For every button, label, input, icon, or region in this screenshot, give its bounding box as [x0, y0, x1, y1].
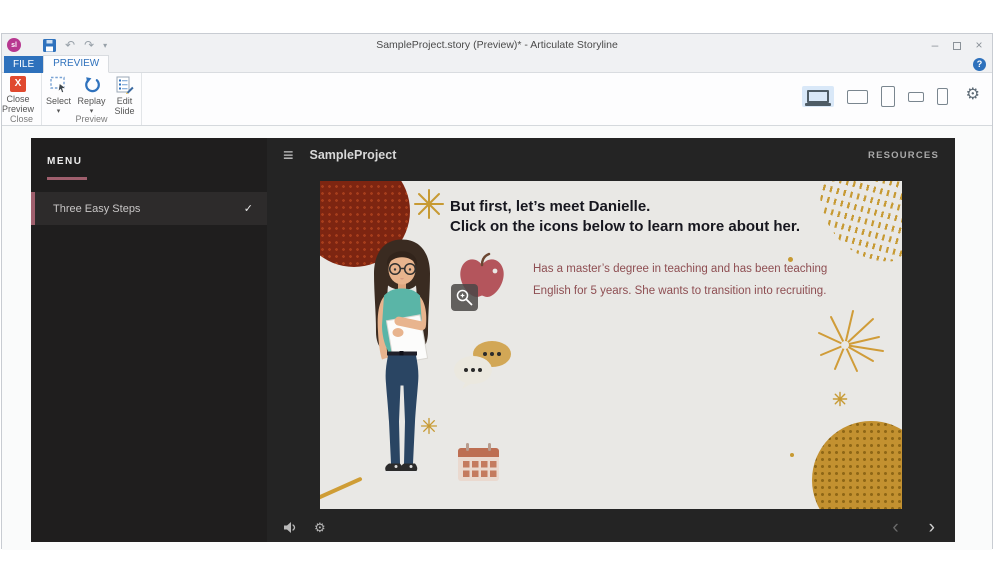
replay-icon: [84, 77, 100, 93]
zoom-picture-button[interactable]: [451, 284, 478, 311]
storyline-player: MENU Three Easy Steps ✓ ≡ SampleProject …: [31, 138, 955, 542]
player-header: ≡ SampleProject RESOURCES: [267, 138, 955, 172]
ribbon-group-preview: Select ▾ Replay ▾ Edit Slide Preview: [42, 73, 142, 125]
resources-link[interactable]: RESOURCES: [868, 150, 939, 161]
storyline-logo-icon: sl: [7, 38, 21, 52]
next-slide-button[interactable]: ›: [929, 518, 935, 537]
screen: sl ↶ ↷ ▾ SampleProject.story (Preview)* …: [0, 0, 999, 562]
close-preview-icon: X: [10, 76, 26, 92]
slide-body-text: Has a master’s degree in teaching and ha…: [533, 259, 827, 302]
player-sidebar: MENU Three Easy Steps ✓: [31, 138, 267, 542]
tab-file[interactable]: FILE: [4, 56, 44, 73]
device-phone-landscape-button[interactable]: [908, 91, 924, 102]
close-preview-button[interactable]: X Close Preview: [2, 76, 34, 114]
deco-sparkle-icon: [832, 391, 848, 407]
device-tablet-landscape-button[interactable]: [847, 89, 868, 104]
slide: But first, let’s meet Danielle. Click on…: [320, 181, 902, 509]
tablet-landscape-icon: [847, 89, 868, 104]
minimize-button[interactable]: –: [924, 34, 946, 56]
titlebar: sl ↶ ↷ ▾ SampleProject.story (Preview)* …: [2, 34, 992, 56]
select-icon: [49, 76, 66, 94]
window-controls: – ×: [924, 34, 990, 56]
slide-body-line1: Has a master’s degree in teaching and ha…: [533, 263, 828, 275]
deco-starburst-icon: [818, 310, 884, 372]
device-phone-portrait-button[interactable]: [937, 88, 948, 105]
edit-slide-button[interactable]: Edit Slide: [109, 76, 141, 116]
edit-slide-icon: [116, 76, 134, 94]
deco-gold-dash-patch: [819, 181, 902, 262]
preview-area: MENU Three Easy Steps ✓ ≡ SampleProject …: [2, 126, 992, 550]
quick-access-toolbar: ↶ ↷ ▾: [43, 38, 107, 52]
preview-settings-gear-icon[interactable]: ⚙: [966, 87, 980, 103]
device-tablet-portrait-button[interactable]: [881, 86, 895, 107]
deco-gold-dot: [790, 453, 794, 457]
tablet-portrait-icon: [881, 86, 895, 107]
project-title: SampleProject: [309, 148, 397, 162]
tab-preview[interactable]: PREVIEW: [43, 55, 110, 73]
player-footer: ⚙ ‹ ›: [267, 512, 955, 542]
check-icon: ✓: [243, 203, 253, 215]
slide-heading-line1: But first, let’s meet Danielle.: [450, 198, 651, 215]
select-label: Select: [45, 96, 71, 106]
slide-body-line2: English for 5 years. She wants to transi…: [533, 284, 827, 297]
edit-slide-label: Edit Slide: [114, 96, 135, 116]
save-icon[interactable]: [43, 38, 56, 52]
replay-label: Replay: [77, 96, 106, 106]
slide-heading: But first, let’s meet Danielle. Click on…: [450, 197, 800, 237]
previous-slide-button[interactable]: ‹: [892, 518, 898, 537]
phone-portrait-icon: [937, 88, 948, 105]
select-button[interactable]: Select ▾: [43, 76, 75, 115]
menu-title: MENU: [47, 156, 83, 167]
ribbon-tabs: FILE PREVIEW ?: [2, 55, 992, 73]
player-main: ≡ SampleProject RESOURCES But first, let…: [267, 138, 955, 542]
calendar-icon[interactable]: [456, 441, 501, 484]
laptop-icon: [805, 90, 831, 106]
help-button[interactable]: ?: [973, 58, 986, 71]
qat-dropdown-icon[interactable]: ▾: [103, 41, 107, 50]
ribbon: X Close Preview Close Select ▾ Replay ▾ …: [2, 73, 992, 126]
danielle-character-illustration: [374, 239, 430, 475]
close-preview-label: Close Preview: [2, 94, 35, 114]
deco-sparkle-icon: [414, 189, 444, 219]
ribbon-group-close: X Close Preview Close: [2, 73, 42, 125]
menu-item-label: Three Easy Steps: [53, 202, 141, 215]
maximize-icon: [953, 41, 961, 50]
hamburger-icon[interactable]: ≡: [283, 146, 294, 164]
speech-bubbles-icon[interactable]: [453, 339, 513, 389]
close-group-label: Close: [9, 114, 33, 124]
device-laptop-button[interactable]: [802, 86, 834, 107]
volume-icon[interactable]: [283, 521, 298, 534]
window-title: SampleProject.story (Preview)* - Articul…: [376, 39, 618, 51]
slide-stage: But first, let’s meet Danielle. Click on…: [267, 172, 955, 512]
maximize-button[interactable]: [946, 34, 968, 56]
replay-button[interactable]: Replay ▾: [76, 76, 108, 115]
preview-group-label: Preview: [75, 114, 108, 124]
undo-icon[interactable]: ↶: [65, 39, 75, 51]
deco-mustard-dotted-circle: [812, 421, 902, 509]
menu-accent-bar: [47, 177, 87, 180]
phone-landscape-icon: [908, 91, 924, 102]
menu-item-three-easy-steps[interactable]: Three Easy Steps ✓: [31, 192, 267, 225]
device-preview-switcher: [802, 86, 948, 107]
slide-heading-line2: Click on the icons below to learn more a…: [450, 218, 801, 235]
redo-icon[interactable]: ↷: [84, 39, 94, 51]
player-settings-gear-icon[interactable]: ⚙: [314, 521, 326, 534]
storyline-window: sl ↶ ↷ ▾ SampleProject.story (Preview)* …: [1, 33, 993, 550]
close-window-button[interactable]: ×: [968, 34, 990, 56]
